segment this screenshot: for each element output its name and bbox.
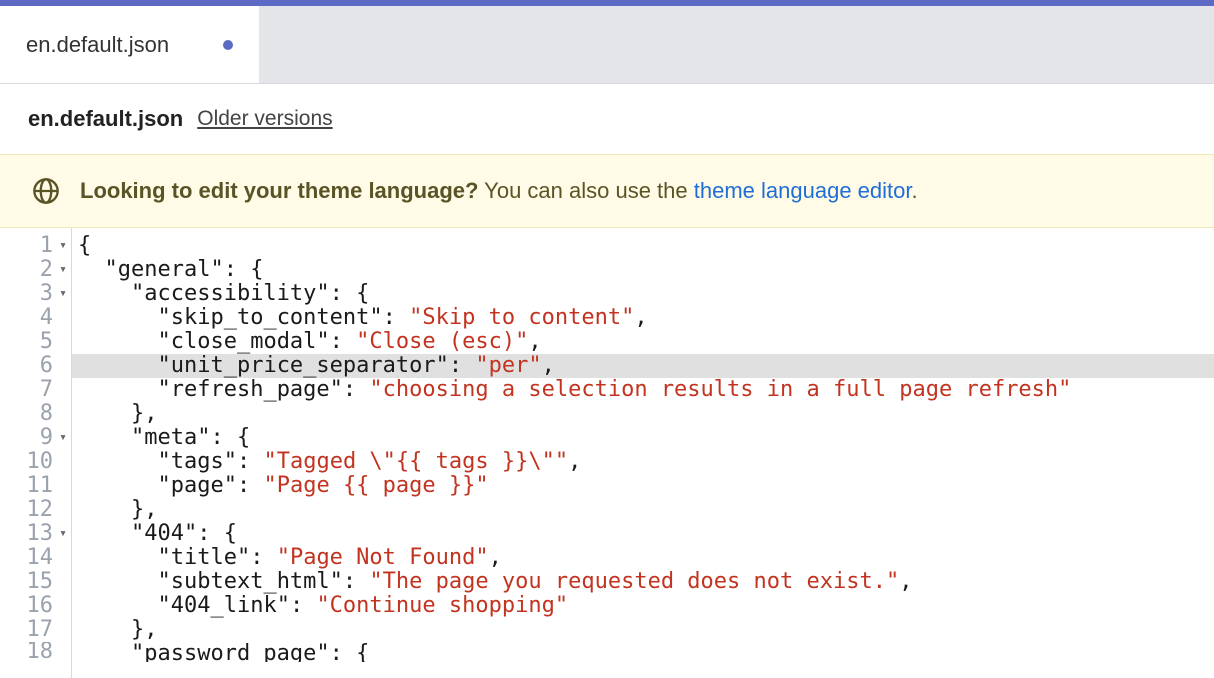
code-line: "close_modal": "Close (esc)", [72, 330, 1214, 354]
code-line: { [72, 234, 1214, 258]
line-number: 11 [27, 474, 54, 498]
code-line: "404_link": "Continue shopping" [72, 594, 1214, 618]
gutter-line: 11 [10, 474, 69, 498]
line-number: 15 [27, 570, 54, 594]
code-line: "404": { [72, 522, 1214, 546]
line-number: 18 [27, 642, 54, 662]
code-line: "page": "Page {{ page }}" [72, 474, 1214, 498]
line-number: 17 [27, 618, 54, 642]
code-line: "refresh_page": "choosing a selection re… [72, 378, 1214, 402]
code-line: "skip_to_content": "Skip to content", [72, 306, 1214, 330]
code-line: "general": { [72, 258, 1214, 282]
code-body[interactable]: { "general": { "accessibility": { "skip_… [72, 228, 1214, 678]
gutter-line: 9▾ [10, 426, 69, 450]
gutter-line: 10 [10, 450, 69, 474]
code-line-highlighted: "unit_price_separator": "per", [72, 354, 1214, 378]
older-versions-link[interactable]: Older versions [197, 107, 332, 131]
code-line: "tags": "Tagged \"{{ tags }}\"", [72, 450, 1214, 474]
line-gutter: 1▾2▾3▾456789▾10111213▾1415161718 [0, 228, 72, 678]
gutter-line: 17 [10, 618, 69, 642]
gutter-line: 14 [10, 546, 69, 570]
code-line: }, [72, 618, 1214, 642]
code-line: "password_page": { [72, 642, 1214, 662]
line-number: 1 [40, 234, 53, 258]
line-number: 12 [27, 498, 54, 522]
gutter-line: 4 [10, 306, 69, 330]
code-line: }, [72, 498, 1214, 522]
gutter-line: 1▾ [10, 234, 69, 258]
code-line: }, [72, 402, 1214, 426]
fold-toggle-icon[interactable]: ▾ [57, 522, 69, 546]
globe-icon [32, 177, 60, 205]
gutter-line: 18 [10, 642, 69, 662]
banner-period: . [912, 178, 918, 203]
line-number: 8 [40, 402, 53, 426]
app-root: en.default.json en.default.json Older ve… [0, 0, 1214, 678]
file-title: en.default.json [28, 106, 183, 132]
banner-rest: You can also use the [478, 178, 693, 203]
gutter-line: 12 [10, 498, 69, 522]
fold-toggle-icon[interactable]: ▾ [57, 258, 69, 282]
code-line: "subtext_html": "The page you requested … [72, 570, 1214, 594]
code-line: "meta": { [72, 426, 1214, 450]
theme-language-editor-link[interactable]: theme language editor [694, 178, 912, 203]
file-tab[interactable]: en.default.json [0, 6, 260, 83]
code-editor[interactable]: 1▾2▾3▾456789▾10111213▾1415161718 { "gene… [0, 228, 1214, 678]
fold-toggle-icon[interactable]: ▾ [57, 426, 69, 450]
line-number: 4 [40, 306, 53, 330]
line-number: 14 [27, 546, 54, 570]
line-number: 2 [40, 258, 53, 282]
gutter-line: 8 [10, 402, 69, 426]
line-number: 5 [40, 330, 53, 354]
unsaved-dot-icon [223, 40, 233, 50]
gutter-line: 13▾ [10, 522, 69, 546]
banner-text: Looking to edit your theme language? You… [80, 178, 918, 204]
gutter-line: 6 [10, 354, 69, 378]
line-number: 16 [27, 594, 54, 618]
line-number: 6 [40, 354, 53, 378]
gutter-line: 7 [10, 378, 69, 402]
tab-strip: en.default.json [0, 6, 1214, 84]
info-banner: Looking to edit your theme language? You… [0, 154, 1214, 228]
banner-strong: Looking to edit your theme language? [80, 178, 478, 203]
gutter-line: 15 [10, 570, 69, 594]
line-number: 3 [40, 282, 53, 306]
file-header: en.default.json Older versions [0, 84, 1214, 154]
fold-toggle-icon[interactable]: ▾ [57, 282, 69, 306]
code-line: "accessibility": { [72, 282, 1214, 306]
file-tab-label: en.default.json [26, 32, 169, 58]
gutter-line: 3▾ [10, 282, 69, 306]
code-line: "title": "Page Not Found", [72, 546, 1214, 570]
line-number: 9 [40, 426, 53, 450]
gutter-line: 5 [10, 330, 69, 354]
line-number: 7 [40, 378, 53, 402]
line-number: 10 [27, 450, 54, 474]
fold-toggle-icon[interactable]: ▾ [57, 234, 69, 258]
line-number: 13 [27, 522, 54, 546]
gutter-line: 2▾ [10, 258, 69, 282]
gutter-line: 16 [10, 594, 69, 618]
